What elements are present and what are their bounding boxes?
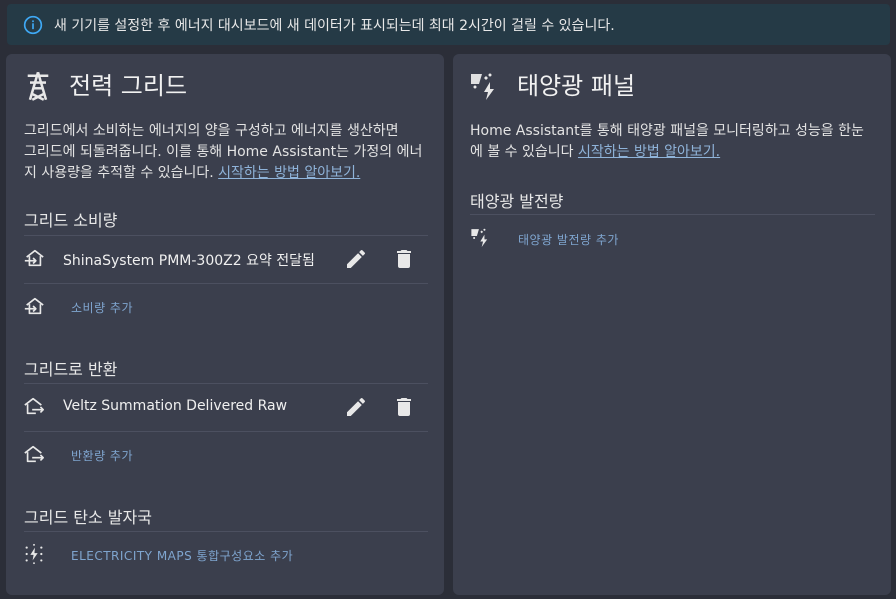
grid-description-line3: 지 사용량을 추적할 수 있습니다. — [24, 165, 219, 181]
delete-return-trash-icon[interactable] — [392, 395, 416, 419]
solar-card-title: 태양광 패널 — [517, 72, 636, 100]
home-export-icon — [24, 397, 44, 415]
grid-learn-more-link[interactable]: 시작하는 방법 알아보기. — [218, 165, 360, 181]
solar-description: Home Assistant를 통해 태양광 패널을 모니터링하고 성능을 한눈… — [470, 121, 885, 163]
return-source-label: Veltz Summation Delivered Raw — [63, 398, 288, 414]
add-solar-production-button[interactable]: 태양광 발전량 추가 — [518, 231, 619, 248]
divider — [24, 283, 428, 284]
delete-consumption-trash-icon[interactable] — [392, 247, 416, 271]
solar-learn-more-link[interactable]: 시작하는 방법 알아보기. — [578, 144, 720, 160]
add-consumption-button[interactable]: 소비량 추가 — [71, 299, 133, 316]
divider — [470, 214, 875, 215]
transmission-tower-icon — [27, 71, 49, 101]
grid-card: 전력 그리드 그리드에서 소비하는 에너지의 양을 구성하고 에너지를 생산하면… — [6, 54, 444, 595]
home-import-icon — [24, 249, 44, 267]
solar-power-icon — [471, 228, 488, 247]
add-return-button[interactable]: 반환량 추가 — [71, 447, 133, 464]
grid-carbon-heading: 그리드 탄소 발자국 — [24, 508, 152, 527]
grid-card-title: 전력 그리드 — [69, 72, 188, 100]
grid-description-line1: 그리드에서 소비하는 에너지의 양을 구성하고 에너지를 생산하면 — [24, 123, 399, 139]
info-banner: 새 기기를 설정한 후 에너지 대시보드에 새 데이터가 표시되는데 최대 2시… — [7, 4, 890, 45]
consumption-source-label: ShinaSystem PMM-300Z2 요약 전달됨 — [63, 253, 315, 269]
divider — [24, 431, 428, 432]
solar-power-icon — [471, 73, 494, 100]
divider — [24, 235, 428, 236]
grid-consumption-heading: 그리드 소비량 — [24, 211, 118, 230]
edit-return-pencil-icon[interactable] — [344, 395, 368, 419]
carbon-footprint-icon — [25, 543, 43, 565]
home-import-icon — [24, 297, 44, 315]
edit-consumption-pencil-icon[interactable] — [344, 247, 368, 271]
info-icon — [23, 15, 43, 35]
solar-description-line2: 에 볼 수 있습니다 — [470, 144, 578, 160]
grid-description-line2: 그리드에 되돌려줍니다. 이를 통해 Home Assistant는 가정의 에… — [24, 144, 423, 160]
divider — [24, 531, 428, 532]
grid-return-heading: 그리드로 반환 — [24, 360, 118, 379]
divider — [24, 383, 428, 384]
solar-production-heading: 태양광 발전량 — [470, 192, 564, 211]
banner-text: 새 기기를 설정한 후 에너지 대시보드에 새 데이터가 표시되는데 최대 2시… — [54, 18, 615, 34]
add-electricity-maps-button[interactable]: ELECTRICITY MAPS 통합구성요소 추가 — [71, 547, 293, 564]
grid-description: 그리드에서 소비하는 에너지의 양을 구성하고 에너지를 생산하면 그리드에 되… — [24, 121, 434, 184]
solar-description-line1: Home Assistant를 통해 태양광 패널을 모니터링하고 성능을 한눈 — [470, 123, 864, 139]
solar-card: 태양광 패널 Home Assistant를 통해 태양광 패널을 모니터링하고… — [453, 54, 891, 595]
home-export-icon — [24, 445, 44, 463]
